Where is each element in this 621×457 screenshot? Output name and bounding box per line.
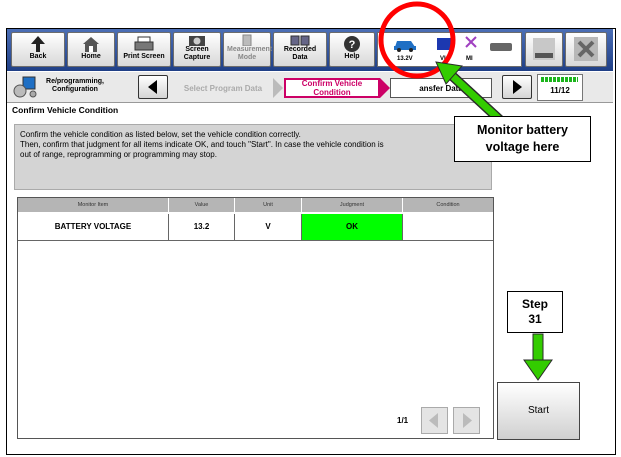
annotation-overlay [378, 1, 553, 381]
green-arrow-to-voltage [435, 61, 504, 124]
step-label-line-2: 31 [528, 312, 542, 326]
green-arrow-to-start [523, 333, 553, 381]
step-number-label: Step 31 [507, 291, 563, 333]
step-label-line-1: Step [521, 297, 548, 311]
callout-line-2: voltage here [485, 140, 560, 154]
callout-monitor-battery: Monitor battery voltage here [454, 116, 591, 162]
callout-line-1: Monitor battery [477, 123, 568, 137]
